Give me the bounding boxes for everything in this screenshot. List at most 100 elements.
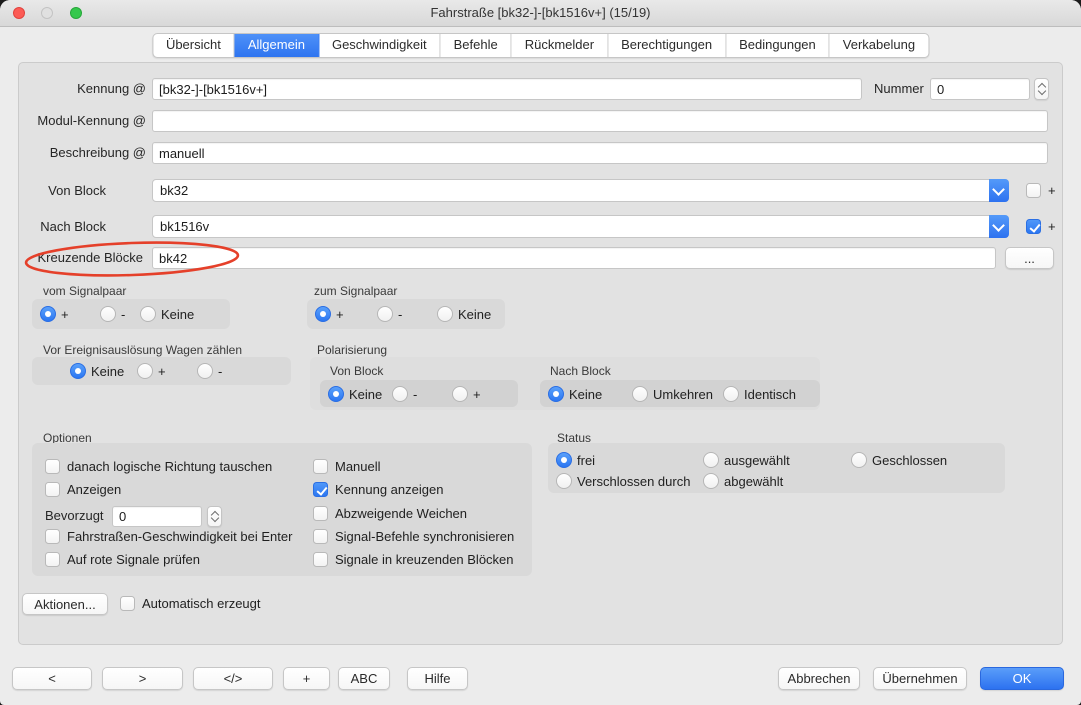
option-automatisch-erzeugt[interactable]: Automatisch erzeugt [120, 596, 261, 611]
nav-prev-button[interactable]: < [12, 667, 92, 690]
kreuzende-bloecke-browse-button[interactable]: ... [1005, 247, 1054, 269]
tab-allgemein[interactable]: Allgemein [235, 34, 319, 57]
nummer-input[interactable] [930, 78, 1030, 100]
polarisierung-von-option-keine[interactable]: Keine [328, 386, 382, 402]
status-option-abgewaehlt[interactable]: abgewählt [703, 473, 783, 489]
wagen-zaehlen-option-minus[interactable]: - [197, 363, 222, 379]
radio-icon[interactable] [556, 452, 572, 468]
kennung-input[interactable] [152, 78, 862, 100]
checkbox-icon[interactable] [45, 552, 60, 567]
bevorzugt-input[interactable] [112, 506, 202, 527]
nav-code-button[interactable]: </> [193, 667, 273, 690]
checkbox-icon[interactable] [313, 529, 328, 544]
option-richtung-tauschen[interactable]: danach logische Richtung tauschen [45, 459, 272, 474]
checkbox-label: Signal-Befehle synchronisieren [335, 529, 514, 544]
tab-befehle[interactable]: Befehle [441, 34, 512, 57]
radio-icon[interactable] [703, 473, 719, 489]
chevron-down-icon[interactable] [989, 179, 1009, 202]
uebernehmen-button[interactable]: Übernehmen [873, 667, 967, 690]
radio-icon[interactable] [315, 306, 331, 322]
option-signale-kreuzende-bloecke[interactable]: Signale in kreuzenden Blöcken [313, 552, 514, 567]
radio-icon[interactable] [40, 306, 56, 322]
polarisierung-nach-option-umkehren[interactable]: Umkehren [632, 386, 713, 402]
radio-icon[interactable] [140, 306, 156, 322]
radio-icon[interactable] [377, 306, 393, 322]
radio-icon[interactable] [632, 386, 648, 402]
checkbox-icon[interactable] [313, 552, 328, 567]
abbrechen-button[interactable]: Abbrechen [778, 667, 860, 690]
radio-icon[interactable] [328, 386, 344, 402]
option-geschwindigkeit-bei-enter[interactable]: Fahrstraßen-Geschwindigkeit bei Enter [45, 529, 292, 544]
checkbox-icon[interactable] [313, 506, 328, 521]
tab-rueckmelder[interactable]: Rückmelder [512, 34, 608, 57]
polarisierung-von-option-plus[interactable]: + [452, 386, 481, 402]
chevron-down-icon[interactable] [989, 215, 1009, 238]
nach-block-combo[interactable]: bk1516v [152, 215, 1009, 238]
radio-icon[interactable] [437, 306, 453, 322]
tab-verkabelung[interactable]: Verkabelung [830, 34, 928, 57]
option-rote-signale[interactable]: Auf rote Signale prüfen [45, 552, 200, 567]
zum-signalpaar-option-plus[interactable]: + [315, 306, 344, 322]
checkbox-icon[interactable] [45, 459, 60, 474]
radio-icon[interactable] [556, 473, 572, 489]
checkbox-icon[interactable] [313, 459, 328, 474]
aktionen-button[interactable]: Aktionen... [22, 593, 108, 615]
radio-icon[interactable] [723, 386, 739, 402]
radio-icon[interactable] [70, 363, 86, 379]
nav-abc-button[interactable]: ABC [338, 667, 390, 690]
zum-signalpaar-option-keine[interactable]: Keine [437, 306, 491, 322]
tab-bedingungen[interactable]: Bedingungen [726, 34, 830, 57]
polarisierung-nach-option-identisch[interactable]: Identisch [723, 386, 796, 402]
polarisierung-von-option-minus[interactable]: - [392, 386, 417, 402]
status-option-ausgewaehlt[interactable]: ausgewählt [703, 452, 790, 468]
nav-next-button[interactable]: > [102, 667, 183, 690]
option-label: Keine [349, 387, 382, 402]
polarisierung-nach-option-keine[interactable]: Keine [548, 386, 602, 402]
vom-signalpaar-option-keine[interactable]: Keine [140, 306, 194, 322]
checkbox-icon[interactable] [45, 529, 60, 544]
radio-icon[interactable] [100, 306, 116, 322]
option-manuell[interactable]: Manuell [313, 459, 381, 474]
checkbox-icon[interactable] [1026, 219, 1041, 234]
status-option-frei[interactable]: frei [556, 452, 595, 468]
option-signal-befehle-sync[interactable]: Signal-Befehle synchronisieren [313, 529, 514, 544]
modul-kennung-input[interactable] [152, 110, 1048, 132]
option-kennung-anzeigen[interactable]: Kennung anzeigen [313, 482, 443, 497]
von-block-combo[interactable]: bk32 [152, 179, 1009, 202]
status-option-verschlossen-durch[interactable]: Verschlossen durch [556, 473, 690, 489]
ok-button[interactable]: OK [980, 667, 1064, 690]
title-bar[interactable]: Fahrstraße [bk32-]-[bk1516v+] (15/19) [0, 0, 1081, 27]
wagen-zaehlen-option-keine[interactable]: Keine [70, 363, 124, 379]
vom-signalpaar-option-plus[interactable]: + [40, 306, 69, 322]
tab-berechtigungen[interactable]: Berechtigungen [608, 34, 726, 57]
tab-uebersicht[interactable]: Übersicht [153, 34, 235, 57]
radio-icon[interactable] [452, 386, 468, 402]
checkbox-icon[interactable] [120, 596, 135, 611]
radio-icon[interactable] [851, 452, 867, 468]
checkbox-icon[interactable] [45, 482, 60, 497]
vom-signalpaar-option-minus[interactable]: - [100, 306, 125, 322]
radio-icon[interactable] [197, 363, 213, 379]
status-option-geschlossen[interactable]: Geschlossen [851, 452, 947, 468]
option-abzweigende-weichen[interactable]: Abzweigende Weichen [313, 506, 467, 521]
radio-icon[interactable] [392, 386, 408, 402]
tab-geschwindigkeit[interactable]: Geschwindigkeit [319, 34, 441, 57]
checkbox-icon[interactable] [1026, 183, 1041, 198]
checkbox-icon[interactable] [313, 482, 328, 497]
radio-icon[interactable] [548, 386, 564, 402]
radio-icon[interactable] [703, 452, 719, 468]
hilfe-button[interactable]: Hilfe [407, 667, 468, 690]
radio-icon[interactable] [137, 363, 153, 379]
von-block-plus-option[interactable]: + [1026, 183, 1056, 198]
zum-signalpaar-option-minus[interactable]: - [377, 306, 402, 322]
nav-add-button[interactable]: + [283, 667, 330, 690]
nach-block-plus-option[interactable]: + [1026, 219, 1056, 234]
beschreibung-input[interactable] [152, 142, 1048, 164]
wagen-zaehlen-option-plus[interactable]: + [137, 363, 166, 379]
nummer-stepper[interactable] [1034, 78, 1049, 100]
option-anzeigen[interactable]: Anzeigen [45, 482, 121, 497]
kreuzende-bloecke-input[interactable] [152, 247, 996, 269]
option-label: abgewählt [724, 474, 783, 489]
kennung-label: Kennung @ [0, 81, 146, 97]
bevorzugt-stepper[interactable] [207, 506, 222, 527]
